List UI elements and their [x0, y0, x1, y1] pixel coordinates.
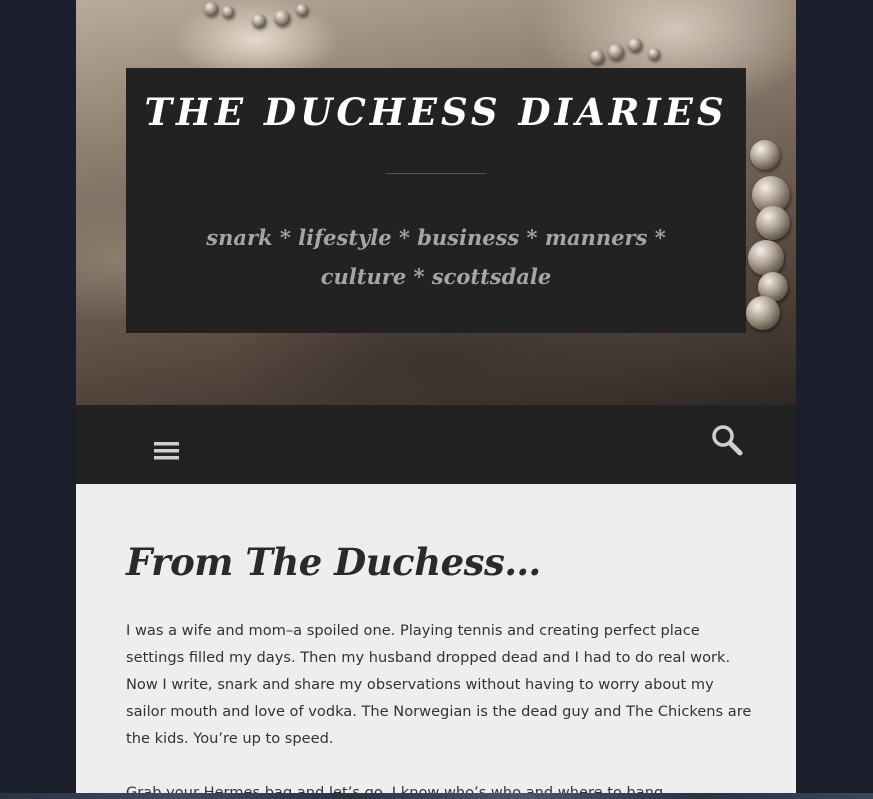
post-title: From The Duchess…	[126, 540, 541, 584]
site-header: THE DUCHESS DIARIES snark * lifestyle * …	[76, 0, 796, 405]
post-paragraph: I was a wife and mom–a spoiled one. Play…	[126, 622, 752, 747]
navigation-bar	[76, 405, 796, 484]
search-icon[interactable]	[710, 423, 744, 457]
site-branding-box: THE DUCHESS DIARIES snark * lifestyle * …	[126, 68, 746, 333]
site-title[interactable]: THE DUCHESS DIARIES	[126, 68, 746, 134]
hamburger-menu-icon[interactable]	[152, 439, 182, 463]
bottom-background-strip	[0, 793, 873, 799]
main-content: From The Duchess… I was a wife and mom–a…	[76, 484, 796, 799]
title-divider	[386, 173, 486, 174]
post-article: From The Duchess… I was a wife and mom–a…	[126, 540, 751, 799]
site-tagline: snark * lifestyle * business * manners *…	[206, 225, 666, 289]
page-container: THE DUCHESS DIARIES snark * lifestyle * …	[76, 0, 796, 799]
